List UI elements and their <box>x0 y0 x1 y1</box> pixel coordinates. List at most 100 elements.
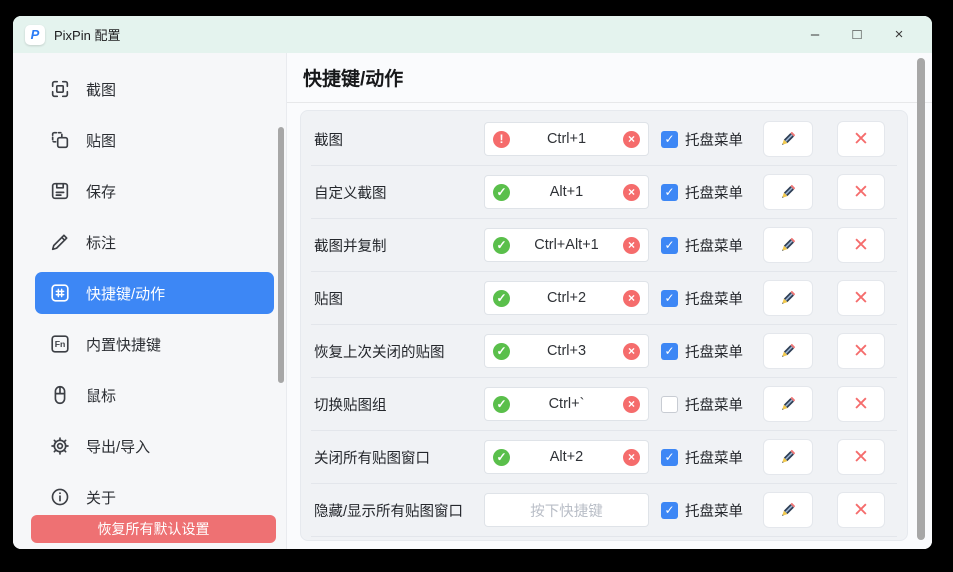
edit-hotkey-button[interactable] <box>763 439 813 475</box>
tray-menu-label: 托盘菜单 <box>685 129 743 150</box>
edit-hotkey-button[interactable] <box>763 386 813 422</box>
edit-hotkey-button[interactable] <box>763 174 813 210</box>
hotkey-value: Ctrl+2 <box>510 290 623 306</box>
delete-hotkey-button[interactable]: ✕ <box>837 121 885 157</box>
sidebar-scrollbar[interactable] <box>278 127 284 383</box>
status-icon: ✓ <box>493 290 510 307</box>
action-label: 隐藏/显示所有贴图窗口 <box>314 500 484 521</box>
delete-x-icon: ✕ <box>853 130 869 149</box>
sidebar-item-label: 关于 <box>86 487 116 508</box>
status-icon: ✓ <box>493 184 510 201</box>
sidebar-item-label: 标注 <box>86 232 116 253</box>
sidebar-item-annotate[interactable]: 标注 <box>35 221 274 263</box>
edit-hotkey-button[interactable] <box>763 121 813 157</box>
minimize-button[interactable]: – <box>794 20 836 50</box>
hotkey-input[interactable]: ✓ Ctrl+3 × <box>484 334 649 368</box>
edit-hotkey-button[interactable] <box>763 492 813 528</box>
clear-hotkey-icon[interactable]: × <box>623 184 640 201</box>
maximize-button[interactable]: □ <box>836 20 878 50</box>
close-button[interactable]: × <box>878 20 920 50</box>
sidebar-item-screenshot[interactable]: 截图 <box>35 68 274 110</box>
tray-menu-toggle[interactable]: ✓ 托盘菜单 <box>661 447 743 468</box>
edit-hotkey-button[interactable] <box>763 333 813 369</box>
clear-hotkey-icon[interactable]: × <box>623 237 640 254</box>
hash-icon <box>49 282 71 304</box>
hotkey-input[interactable]: ✓ Ctrl+2 × <box>484 281 649 315</box>
edit-hotkey-button[interactable] <box>763 280 813 316</box>
pencil-icon <box>778 182 798 202</box>
hotkey-row: 截图并复制 ✓ Ctrl+Alt+1 × ✓ 托盘菜单 ✕ <box>301 219 907 271</box>
hotkey-input[interactable]: ✓ Alt+2 × <box>484 440 649 474</box>
delete-hotkey-button[interactable]: ✕ <box>837 386 885 422</box>
tray-menu-toggle[interactable]: ✓ 托盘菜单 <box>661 341 743 362</box>
tray-menu-toggle[interactable]: ✓ 托盘菜单 <box>661 394 743 415</box>
status-icon: ✓ <box>493 396 510 413</box>
sidebar-item-pin-image[interactable]: 贴图 <box>35 119 274 161</box>
window-controls: – □ × <box>794 20 920 50</box>
sidebar-item-label: 截图 <box>86 79 116 100</box>
hotkey-value: Ctrl+Alt+1 <box>510 237 623 253</box>
sidebar-item-builtin-hotkeys[interactable]: Fn 内置快捷键 <box>35 323 274 365</box>
action-label: 贴图 <box>314 288 484 309</box>
tray-menu-label: 托盘菜单 <box>685 447 743 468</box>
pencil-icon <box>778 235 798 255</box>
hotkey-placeholder: 按下快捷键 <box>510 500 623 521</box>
hotkey-row: 关闭所有贴图窗口 ✓ Alt+2 × ✓ 托盘菜单 ✕ <box>301 431 907 483</box>
hotkey-input[interactable]: ✓ Alt+1 × <box>484 175 649 209</box>
delete-hotkey-button[interactable]: ✕ <box>837 439 885 475</box>
sidebar-item-label: 贴图 <box>86 130 116 151</box>
hotkey-value: Alt+1 <box>510 184 623 200</box>
tray-menu-label: 托盘菜单 <box>685 500 743 521</box>
hotkey-row: 切换贴图组 ✓ Ctrl+` × ✓ 托盘菜单 ✕ <box>301 378 907 430</box>
edit-hotkey-button[interactable] <box>763 227 813 263</box>
status-icon: ✓ <box>493 237 510 254</box>
restore-defaults-button[interactable]: 恢复所有默认设置 <box>31 515 276 543</box>
status-icon: ! <box>493 131 510 148</box>
sidebar-item-about[interactable]: 关于 <box>35 476 274 518</box>
sidebar-item-export-import[interactable]: 导出/导入 <box>35 425 274 467</box>
fn-icon: Fn <box>49 333 71 355</box>
delete-x-icon: ✕ <box>853 342 869 361</box>
delete-hotkey-button[interactable]: ✕ <box>837 333 885 369</box>
tray-menu-toggle[interactable]: ✓ 托盘菜单 <box>661 500 743 521</box>
hotkey-input[interactable]: ✓ Ctrl+` × <box>484 387 649 421</box>
hotkey-input[interactable]: ✓ Ctrl+Alt+1 × <box>484 228 649 262</box>
delete-hotkey-button[interactable]: ✕ <box>837 492 885 528</box>
delete-x-icon: ✕ <box>853 289 869 308</box>
tray-menu-toggle[interactable]: ✓ 托盘菜单 <box>661 129 743 150</box>
info-icon <box>49 486 71 508</box>
page-title: 快捷键/动作 <box>303 64 403 91</box>
sidebar-item-save[interactable]: 保存 <box>35 170 274 212</box>
hotkey-value: Alt+2 <box>510 449 623 465</box>
main-scrollbar[interactable] <box>917 58 925 540</box>
tray-menu-toggle[interactable]: ✓ 托盘菜单 <box>661 182 743 203</box>
clear-hotkey-icon[interactable]: × <box>623 343 640 360</box>
hotkey-input[interactable]: 按下快捷键 <box>484 493 649 527</box>
clear-hotkey-icon[interactable]: × <box>623 131 640 148</box>
clear-hotkey-icon[interactable]: × <box>623 290 640 307</box>
action-label: 截图 <box>314 129 484 150</box>
tray-menu-toggle[interactable]: ✓ 托盘菜单 <box>661 235 743 256</box>
sidebar-item-label: 鼠标 <box>86 385 116 406</box>
checkbox-icon: ✓ <box>661 131 678 148</box>
checkbox-icon: ✓ <box>661 184 678 201</box>
hotkey-panel: 截图 ! Ctrl+1 × ✓ 托盘菜单 ✕ 自定义截图 ✓ Alt+1 × ✓… <box>300 110 908 541</box>
status-icon: ✓ <box>493 343 510 360</box>
pencil-icon <box>778 394 798 414</box>
crop-icon <box>49 78 71 100</box>
delete-hotkey-button[interactable]: ✕ <box>837 227 885 263</box>
svg-text:Fn: Fn <box>55 339 66 349</box>
clear-hotkey-icon[interactable]: × <box>623 396 640 413</box>
hotkey-input[interactable]: ! Ctrl+1 × <box>484 122 649 156</box>
sidebar-item-mouse[interactable]: 鼠标 <box>35 374 274 416</box>
delete-x-icon: ✕ <box>853 448 869 467</box>
checkbox-icon: ✓ <box>661 290 678 307</box>
delete-hotkey-button[interactable]: ✕ <box>837 174 885 210</box>
clear-hotkey-icon[interactable]: × <box>623 449 640 466</box>
sidebar-item-hotkeys-actions[interactable]: 快捷键/动作 <box>35 272 274 314</box>
delete-hotkey-button[interactable]: ✕ <box>837 280 885 316</box>
hotkey-value: Ctrl+3 <box>510 343 623 359</box>
checkbox-icon: ✓ <box>661 343 678 360</box>
tray-menu-toggle[interactable]: ✓ 托盘菜单 <box>661 288 743 309</box>
checkbox-icon: ✓ <box>661 449 678 466</box>
